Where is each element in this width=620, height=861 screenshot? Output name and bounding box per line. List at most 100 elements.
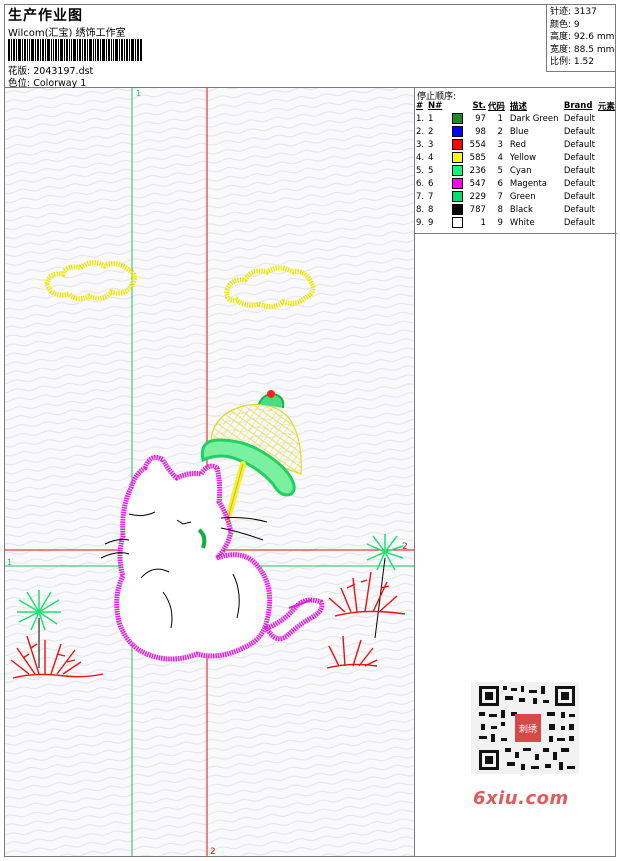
color-swatch — [452, 126, 463, 137]
table-row: 6. 6 547 6 Magenta Default — [415, 177, 617, 190]
qr-code: 刺绣 — [471, 682, 579, 774]
row-desc: Cyan — [509, 165, 532, 176]
guide-label-h1: 1 — [7, 558, 12, 567]
row-swatch — [451, 151, 466, 164]
color-swatch — [452, 165, 463, 176]
stat-height: 高度: 92.6 mm — [550, 32, 615, 42]
row-desc: Magenta — [509, 178, 547, 189]
stamp-text: 刺绣 — [519, 723, 537, 735]
row-stitches: 97 — [475, 113, 486, 124]
table-row: 5. 5 236 5 Cyan Default — [415, 164, 617, 177]
row-desc: Blue — [509, 126, 529, 137]
row-desc: Yellow — [509, 152, 537, 163]
row-element — [597, 151, 617, 164]
col-code: 代码 — [487, 102, 505, 112]
color-swatch — [452, 152, 463, 163]
guide-label-h2: 2 — [402, 542, 408, 552]
row-swatch — [451, 203, 466, 216]
row-stitches: 554 — [469, 139, 486, 150]
row-swatch — [451, 164, 466, 177]
row-n: 1 — [428, 113, 434, 124]
row-brand: Default — [563, 152, 595, 163]
row-n: 4 — [428, 152, 434, 163]
col-stitches: St. — [472, 101, 486, 111]
row-brand: Default — [563, 126, 595, 137]
row-index: 6. — [416, 178, 425, 189]
row-desc: Red — [509, 139, 527, 150]
row-n: 7 — [428, 191, 434, 202]
row-code: 1 — [497, 113, 503, 124]
stat-stitches: 针迹: 3137 — [550, 7, 597, 17]
table-row: 2. 2 98 2 Blue Default — [415, 125, 617, 138]
umbrella-tip — [267, 390, 275, 398]
row-element — [597, 216, 617, 229]
row-brand: Default — [563, 165, 595, 176]
stat-scale: 比例: 1.52 — [550, 57, 594, 67]
row-index: 3. — [416, 139, 425, 150]
row-stitches: 1 — [480, 217, 486, 228]
row-element — [597, 125, 617, 138]
watermark: 6xiu.com — [473, 788, 569, 809]
table-divider — [415, 233, 617, 234]
row-code: 3 — [497, 139, 503, 150]
col-index: # — [416, 101, 424, 111]
color-swatch — [452, 204, 463, 215]
table-row: 7. 7 229 7 Green Default — [415, 190, 617, 203]
row-index: 7. — [416, 191, 425, 202]
row-swatch — [451, 138, 466, 151]
color-swatch — [452, 113, 463, 124]
row-code: 2 — [497, 126, 503, 137]
row-desc: White — [509, 217, 535, 228]
row-n: 2 — [428, 126, 434, 137]
row-brand: Default — [563, 178, 595, 189]
row-swatch — [451, 177, 466, 190]
table-row: 1. 1 97 1 Dark Green Default — [415, 112, 617, 125]
row-stitches: 787 — [469, 204, 486, 215]
row-n: 8 — [428, 204, 434, 215]
stat-width: 宽度: 88.5 mm — [550, 44, 615, 55]
row-index: 4. — [416, 152, 425, 163]
guide-label-v1: 1 — [136, 89, 141, 98]
row-element — [597, 203, 617, 216]
row-element — [597, 190, 617, 203]
row-stitches: 236 — [469, 165, 486, 176]
color-swatch — [452, 139, 463, 150]
row-element — [597, 138, 617, 151]
row-brand: Default — [563, 217, 595, 228]
col-desc: 描述 — [509, 102, 527, 112]
row-index: 5. — [416, 165, 425, 176]
row-brand: Default — [563, 191, 595, 202]
row-n: 3 — [428, 139, 434, 150]
row-n: 6 — [428, 178, 434, 189]
row-code: 4 — [497, 152, 503, 163]
col-element: 元素 — [597, 102, 615, 112]
row-brand: Default — [563, 204, 595, 215]
table-row: 8. 8 787 8 Black Default — [415, 203, 617, 216]
row-code: 7 — [497, 191, 503, 202]
row-stitches: 585 — [469, 152, 486, 163]
embroidery-preview: 1 2 1 2 — [5, 88, 414, 856]
row-desc: Green — [509, 191, 536, 202]
table-row: 4. 4 585 4 Yellow Default — [415, 151, 617, 164]
row-code: 5 — [497, 165, 503, 176]
barcode — [8, 39, 142, 61]
table-row: 3. 3 554 3 Red Default — [415, 138, 617, 151]
row-stitches: 547 — [469, 178, 486, 189]
row-desc: Dark Green — [509, 113, 559, 124]
col-brand: Brand — [563, 101, 593, 111]
stat-colors: 颜色: 9 — [550, 19, 580, 30]
colorway-line: 色位: Colorway 1 — [8, 75, 86, 89]
header: 生产作业图 Wilcom(汇宝) 绣饰工作室 花版: 2043197.dst 色… — [4, 4, 616, 89]
row-swatch — [451, 190, 466, 203]
row-index: 9. — [416, 217, 425, 228]
row-stitches: 98 — [475, 126, 486, 137]
color-swatch — [452, 191, 463, 202]
page-title: 生产作业图 — [8, 8, 83, 24]
design-stats: 针迹: 3137 颜色: 9 高度: 92.6 mm 宽度: 88.5 mm 比… — [546, 4, 616, 72]
company-name: Wilcom(汇宝) 绣饰工作室 — [8, 28, 126, 39]
row-element — [597, 112, 617, 125]
row-desc: Black — [509, 204, 533, 215]
row-n: 9 — [428, 217, 434, 228]
row-code: 9 — [497, 217, 503, 228]
stop-sequence-table: # N# St. 代码 描述 Brand 元素 1. 1 97 1 Dark Green… — [415, 100, 617, 229]
